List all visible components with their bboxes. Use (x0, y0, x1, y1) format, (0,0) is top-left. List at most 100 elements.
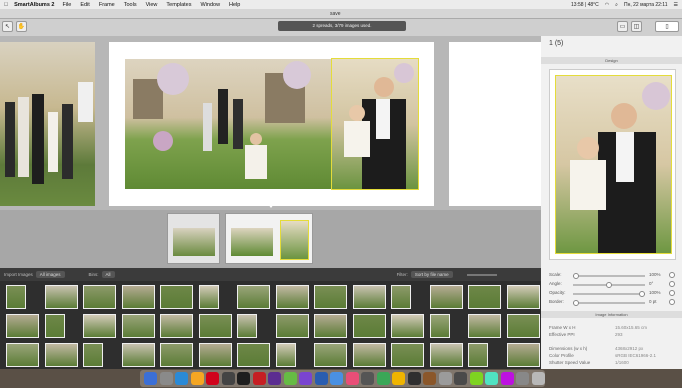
menu-templates[interactable]: Templates (166, 2, 191, 8)
image-thumbnail[interactable] (314, 343, 347, 367)
menu-app-name[interactable]: SmartAlbums 2 (14, 2, 54, 8)
image-thumbnail[interactable] (160, 314, 193, 338)
image-thumbnail[interactable] (237, 343, 270, 367)
thumb-size-slider[interactable] (466, 273, 497, 276)
image-thumbnail[interactable] (198, 343, 232, 367)
right-spread-photo-selected[interactable] (331, 58, 419, 190)
search-icon[interactable]: ⌕ (615, 2, 618, 8)
app-icon[interactable] (376, 372, 390, 385)
reset-icon[interactable] (669, 299, 675, 305)
image-info-section-header[interactable]: Image Information (541, 311, 682, 318)
slider-knob[interactable] (573, 273, 579, 279)
image-thumbnail[interactable] (83, 343, 103, 367)
image-thumbnail[interactable] (391, 314, 424, 338)
reset-icon[interactable] (669, 272, 675, 278)
view-split-icon[interactable]: ◫ (631, 21, 642, 32)
image-thumbnail[interactable] (160, 285, 193, 309)
app-icon[interactable] (392, 372, 405, 385)
image-thumbnail[interactable] (429, 285, 463, 309)
menu-tools[interactable]: Tools (124, 2, 137, 8)
image-thumbnail[interactable] (275, 285, 309, 309)
image-thumbnail[interactable] (275, 343, 296, 367)
image-thumbnail[interactable] (506, 285, 540, 309)
app-icon[interactable] (330, 372, 343, 385)
current-spread[interactable] (109, 42, 434, 206)
app-icon[interactable] (423, 372, 436, 385)
all-images-dropdown[interactable]: All images (35, 271, 65, 278)
trash-icon[interactable] (531, 372, 545, 385)
image-thumbnail[interactable] (391, 285, 411, 309)
spread-thumb-2[interactable] (225, 213, 313, 264)
image-thumbnail[interactable] (83, 314, 116, 338)
menu-frame[interactable]: Frame (99, 2, 115, 8)
app-icon[interactable] (283, 372, 297, 385)
bins-dropdown[interactable]: All (101, 271, 115, 278)
image-thumbnail[interactable] (198, 314, 232, 338)
wifi-icon[interactable]: ◠ (605, 2, 609, 8)
view-single-icon[interactable]: ▭ (617, 21, 628, 32)
slider-track[interactable] (573, 300, 645, 306)
previous-page[interactable] (0, 42, 95, 206)
image-thumbnail[interactable] (237, 314, 257, 338)
launchpad-icon[interactable] (159, 372, 173, 385)
design-section-header[interactable]: Design (541, 57, 682, 64)
slider-knob[interactable] (573, 300, 579, 306)
slider-track[interactable] (573, 273, 645, 279)
menu-edit[interactable]: Edit (80, 2, 89, 8)
image-thumbnail[interactable] (275, 314, 309, 338)
slider-knob[interactable] (606, 282, 612, 288)
safari-icon[interactable] (175, 372, 188, 385)
slider-knob[interactable] (639, 291, 645, 297)
image-thumbnail[interactable] (121, 314, 155, 338)
app-icon[interactable] (438, 372, 452, 385)
spread-thumb-1[interactable] (167, 213, 220, 264)
lightroom-icon[interactable] (237, 372, 250, 385)
indesign-icon[interactable] (268, 372, 281, 385)
image-thumbnail[interactable] (352, 343, 386, 367)
image-thumbnail[interactable] (429, 343, 463, 367)
word-icon[interactable] (314, 372, 328, 385)
group-photo[interactable] (0, 42, 95, 206)
sort-dropdown[interactable]: Sort by file name (410, 271, 453, 278)
import-images-button[interactable]: Import Images (4, 272, 33, 277)
slider-track[interactable] (573, 282, 645, 288)
image-thumbnail[interactable] (352, 285, 386, 309)
app-icon[interactable] (221, 372, 235, 385)
image-thumbnail[interactable] (121, 285, 155, 309)
app-icon[interactable] (345, 372, 359, 385)
image-thumbnail[interactable] (391, 343, 424, 367)
image-thumbnail[interactable] (6, 314, 39, 338)
hand-tool-icon[interactable]: ✋ (16, 21, 27, 32)
list-icon[interactable]: ☰ (674, 2, 678, 8)
app-icon[interactable] (516, 372, 529, 385)
sidebar-toggle-icon[interactable]: ▯ (655, 21, 679, 32)
menu-help[interactable]: Help (229, 2, 240, 8)
image-thumbnail[interactable] (506, 343, 540, 367)
menu-window[interactable]: Window (200, 2, 220, 8)
reset-icon[interactable] (669, 281, 675, 287)
image-thumbnail[interactable] (44, 314, 65, 338)
menu-file[interactable]: File (62, 2, 71, 8)
image-thumbnail[interactable] (468, 314, 501, 338)
reset-icon[interactable] (669, 290, 675, 296)
apple-icon[interactable]:  (4, 2, 8, 8)
image-thumbnail[interactable] (314, 314, 347, 338)
app-icon[interactable] (454, 372, 467, 385)
image-thumbnail[interactable] (44, 285, 78, 309)
image-thumbnail[interactable] (160, 343, 193, 367)
image-thumbnail[interactable] (237, 285, 270, 309)
image-thumbnail[interactable] (506, 314, 540, 338)
finder-icon[interactable] (144, 372, 157, 385)
chrome-icon[interactable] (190, 372, 204, 385)
image-thumbnail[interactable] (352, 314, 386, 338)
image-thumbnail[interactable] (121, 343, 155, 367)
image-thumbnail[interactable] (6, 285, 26, 309)
image-thumbnail[interactable] (314, 285, 347, 309)
image-thumbnail[interactable] (468, 343, 488, 367)
bridge-icon[interactable] (252, 372, 266, 385)
app-icon[interactable] (500, 372, 514, 385)
app-icon[interactable] (485, 372, 498, 385)
clock[interactable]: Пн, 22 марта 22:11 (624, 2, 668, 8)
left-spread-photo[interactable] (125, 59, 331, 189)
app-icon[interactable] (299, 372, 312, 385)
